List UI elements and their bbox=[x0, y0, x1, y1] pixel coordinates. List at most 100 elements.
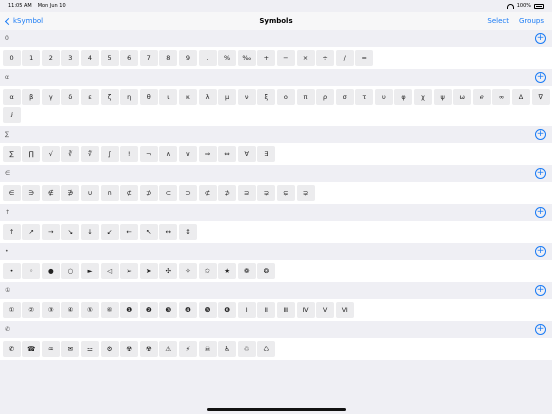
symbol-key[interactable]: 3 bbox=[61, 50, 80, 66]
symbol-key[interactable]: ◦ bbox=[22, 263, 41, 279]
symbol-key[interactable]: → bbox=[41, 224, 60, 240]
symbol-key[interactable]: ☢ bbox=[139, 341, 158, 357]
symbol-key[interactable]: ⊄ bbox=[198, 185, 217, 201]
symbol-key[interactable]: 6 bbox=[120, 50, 139, 66]
symbol-key[interactable]: α bbox=[2, 89, 21, 105]
symbol-key[interactable]: ψ bbox=[433, 89, 452, 105]
symbol-key[interactable]: ⊋ bbox=[257, 185, 276, 201]
symbol-key[interactable]: ✣ bbox=[159, 263, 178, 279]
symbol-key[interactable]: ○ bbox=[61, 263, 80, 279]
symbol-key[interactable]: ο bbox=[276, 89, 295, 105]
symbol-key[interactable]: ❸ bbox=[159, 302, 178, 318]
groups-button[interactable]: Groups bbox=[519, 17, 544, 25]
symbol-key[interactable]: ✩ bbox=[198, 263, 217, 279]
symbol-key[interactable]: ⊋ bbox=[296, 185, 315, 201]
symbol-key[interactable]: Ⅱ bbox=[257, 302, 276, 318]
add-icon[interactable]: + bbox=[535, 285, 546, 296]
symbol-key[interactable]: ➢ bbox=[120, 263, 139, 279]
symbol-key[interactable]: ↕ bbox=[178, 224, 197, 240]
symbol-key[interactable]: ⊊ bbox=[276, 185, 295, 201]
symbol-key[interactable]: ξ bbox=[257, 89, 276, 105]
symbol-key[interactable]: Ⅲ bbox=[276, 302, 295, 318]
symbol-key[interactable]: ÷ bbox=[316, 50, 335, 66]
back-button[interactable]: kSymbol bbox=[4, 17, 43, 25]
add-icon[interactable]: + bbox=[535, 207, 546, 218]
symbol-key[interactable]: ⚠ bbox=[159, 341, 178, 357]
symbol-key[interactable]: ⊇ bbox=[237, 185, 256, 201]
symbol-key[interactable]: ↗ bbox=[22, 224, 41, 240]
symbol-key[interactable]: ↖ bbox=[139, 224, 158, 240]
add-icon[interactable]: + bbox=[535, 129, 546, 140]
symbol-key[interactable]: ❷ bbox=[139, 302, 158, 318]
symbol-key[interactable]: ❶ bbox=[120, 302, 139, 318]
symbol-key[interactable]: τ bbox=[355, 89, 374, 105]
symbol-key[interactable]: ↓ bbox=[80, 224, 99, 240]
symbol-key[interactable]: ⚍ bbox=[80, 341, 99, 357]
symbol-key[interactable]: + bbox=[257, 50, 276, 66]
symbol-key[interactable]: ● bbox=[41, 263, 60, 279]
symbol-key[interactable]: ♿ bbox=[218, 341, 237, 357]
symbol-key[interactable]: ⚡ bbox=[178, 341, 197, 357]
symbol-key[interactable]: ❂ bbox=[257, 263, 276, 279]
add-icon[interactable]: + bbox=[535, 324, 546, 335]
symbol-key[interactable]: √ bbox=[41, 146, 60, 162]
symbol-key[interactable]: ∫ bbox=[100, 146, 119, 162]
symbol-key[interactable]: ① bbox=[2, 302, 21, 318]
symbol-key[interactable]: ∞ bbox=[492, 89, 511, 105]
symbol-key[interactable]: / bbox=[335, 50, 354, 66]
symbol-key[interactable]: ∏ bbox=[22, 146, 41, 162]
symbol-key[interactable]: 4 bbox=[80, 50, 99, 66]
add-icon[interactable]: + bbox=[535, 33, 546, 44]
symbol-key[interactable]: ❹ bbox=[178, 302, 197, 318]
symbol-key[interactable]: φ bbox=[394, 89, 413, 105]
symbol-key[interactable]: ✉ bbox=[61, 341, 80, 357]
symbol-key[interactable]: ⚙ bbox=[100, 341, 119, 357]
symbol-key[interactable]: ⇒ bbox=[198, 146, 217, 162]
symbol-key[interactable]: ρ bbox=[316, 89, 335, 105]
symbol-key[interactable]: ζ bbox=[100, 89, 119, 105]
symbol-key[interactable]: ∧ bbox=[159, 146, 178, 162]
symbol-key[interactable]: ν bbox=[237, 89, 256, 105]
symbol-key[interactable]: η bbox=[120, 89, 139, 105]
symbol-key[interactable]: ★ bbox=[218, 263, 237, 279]
symbol-key[interactable]: σ bbox=[335, 89, 354, 105]
symbol-key[interactable]: Ⅴ bbox=[316, 302, 335, 318]
symbol-key[interactable]: ι bbox=[159, 89, 178, 105]
symbol-key[interactable]: ② bbox=[22, 302, 41, 318]
symbol-key[interactable]: ☎ bbox=[22, 341, 41, 357]
symbol-key[interactable]: . bbox=[198, 50, 217, 66]
symbol-key[interactable]: θ bbox=[139, 89, 158, 105]
symbol-key[interactable]: δ bbox=[61, 89, 80, 105]
symbol-key[interactable]: 7 bbox=[139, 50, 158, 66]
symbol-key[interactable]: ⑤ bbox=[80, 302, 99, 318]
symbol-key[interactable]: ③ bbox=[41, 302, 60, 318]
symbol-key[interactable]: 0 bbox=[2, 50, 21, 66]
symbol-key[interactable]: ∑ bbox=[2, 146, 21, 162]
symbol-key[interactable]: 2 bbox=[41, 50, 60, 66]
symbol-key[interactable]: ♲ bbox=[237, 341, 256, 357]
symbol-key[interactable]: ► bbox=[80, 263, 99, 279]
symbol-key[interactable]: ∃ bbox=[257, 146, 276, 162]
symbol-key[interactable]: χ bbox=[414, 89, 433, 105]
symbol-key[interactable]: ↘ bbox=[61, 224, 80, 240]
symbol-key[interactable]: 1 bbox=[22, 50, 41, 66]
symbol-key[interactable]: Ⅳ bbox=[296, 302, 315, 318]
symbol-key[interactable]: 5 bbox=[100, 50, 119, 66]
symbol-key[interactable]: ε bbox=[80, 89, 99, 105]
symbol-key[interactable]: ← bbox=[120, 224, 139, 240]
symbol-key[interactable]: ♒ bbox=[41, 341, 60, 357]
symbol-key[interactable]: ✆ bbox=[2, 341, 21, 357]
symbol-key[interactable]: κ bbox=[178, 89, 197, 105]
symbol-key[interactable]: ∛ bbox=[61, 146, 80, 162]
symbol-key[interactable]: ⊄ bbox=[120, 185, 139, 201]
symbol-key[interactable]: ↙ bbox=[100, 224, 119, 240]
symbol-key[interactable]: ∨ bbox=[178, 146, 197, 162]
symbol-key[interactable]: ¬ bbox=[139, 146, 158, 162]
symbol-key[interactable]: λ bbox=[198, 89, 217, 105]
symbol-key[interactable]: ∉ bbox=[41, 185, 60, 201]
symbol-key[interactable]: ④ bbox=[61, 302, 80, 318]
symbol-key[interactable]: ⊂ bbox=[159, 185, 178, 201]
symbol-key[interactable]: ↑ bbox=[2, 224, 21, 240]
symbol-key[interactable]: ❻ bbox=[218, 302, 237, 318]
symbol-key[interactable]: ⊃ bbox=[178, 185, 197, 201]
